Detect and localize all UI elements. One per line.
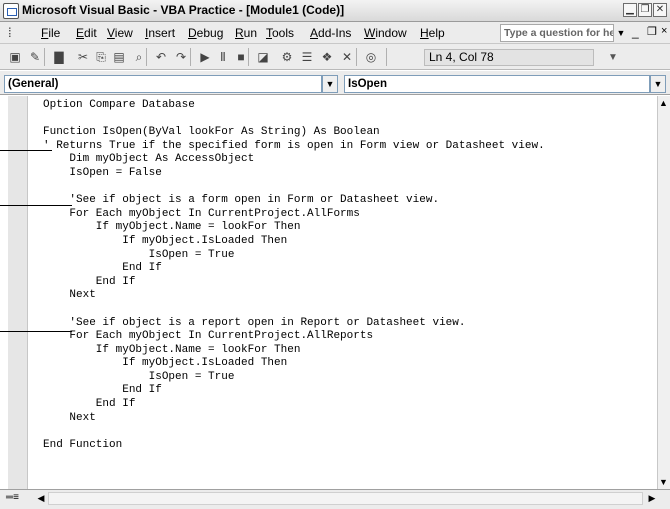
- callout-line: [0, 150, 52, 151]
- toolbox-icon[interactable]: ✕: [338, 48, 356, 66]
- toolbar-separator: [248, 48, 249, 66]
- object-browser-icon[interactable]: ❖: [318, 48, 336, 66]
- window-title: Microsoft Visual Basic - VBA Practice - …: [22, 3, 345, 17]
- toolbar-separator: [386, 48, 387, 66]
- restore-icon[interactable]: ❐: [638, 3, 652, 17]
- object-combo-chevron-down-icon[interactable]: ▼: [322, 75, 338, 93]
- toolbar-separator: [44, 48, 45, 66]
- help-icon[interactable]: ◎: [362, 48, 380, 66]
- object-combo[interactable]: (General): [4, 75, 322, 93]
- insert-module-icon[interactable]: ✎: [26, 48, 44, 66]
- doc-restore-icon[interactable]: ❐: [647, 25, 657, 38]
- scroll-left-icon[interactable]: ◀: [34, 491, 48, 505]
- access-view-icon[interactable]: ▣: [6, 48, 24, 66]
- callout-line: [0, 205, 72, 206]
- save-icon[interactable]: ▇: [50, 48, 68, 66]
- menu-item-debug[interactable]: Debug: [188, 26, 223, 40]
- toolbar-separator: [146, 48, 147, 66]
- cut-icon[interactable]: ✂: [74, 48, 92, 66]
- copy-icon[interactable]: ⎘: [92, 48, 110, 66]
- doc-minimize-icon[interactable]: _: [632, 25, 639, 39]
- procedure-view-icon[interactable]: ═≡: [6, 491, 30, 505]
- design-mode-icon[interactable]: ◪: [254, 48, 272, 66]
- menu-item-insert[interactable]: Insert: [145, 26, 175, 40]
- scroll-up-icon[interactable]: ▲: [657, 96, 670, 110]
- toolbar-separator: [356, 48, 357, 66]
- project-explorer-icon[interactable]: ⚙: [278, 48, 296, 66]
- code-editor[interactable]: Option Compare Database Function IsOpen(…: [28, 96, 657, 489]
- horizontal-scrollbar[interactable]: [48, 492, 643, 505]
- vertical-scrollbar[interactable]: [657, 96, 670, 489]
- cursor-position: Ln 4, Col 78: [424, 49, 594, 66]
- code-text[interactable]: Option Compare Database Function IsOpen(…: [28, 96, 657, 452]
- undo-icon[interactable]: ↶: [152, 48, 170, 66]
- menu-item-file[interactable]: File: [41, 26, 60, 40]
- run-icon[interactable]: ▶: [196, 48, 214, 66]
- minimize-icon[interactable]: ▁: [623, 3, 637, 17]
- redo-icon[interactable]: ↷: [172, 48, 190, 66]
- toolbar-options-icon[interactable]: ▼: [608, 52, 618, 63]
- break-icon[interactable]: Ⅱ: [214, 48, 232, 66]
- menu-item-view[interactable]: View: [107, 26, 133, 40]
- close-icon[interactable]: ✕: [653, 3, 667, 17]
- menu-grip-icon[interactable]: ⁞: [8, 25, 22, 41]
- callout-line: [0, 331, 72, 332]
- toolbar-separator: [190, 48, 191, 66]
- help-dropdown-icon[interactable]: ▼: [616, 27, 626, 39]
- scroll-down-icon[interactable]: ▼: [657, 475, 670, 489]
- menu-item-help[interactable]: Help: [420, 26, 445, 40]
- menu-item-edit[interactable]: Edit: [76, 26, 97, 40]
- menu-item-tools[interactable]: Tools: [266, 26, 294, 40]
- vba-app-icon[interactable]: [3, 3, 19, 19]
- help-search-input[interactable]: Type a question for help: [500, 24, 614, 42]
- menu-item-window[interactable]: Window: [364, 26, 407, 40]
- scroll-right-icon[interactable]: ▶: [645, 491, 659, 505]
- menu-item-run[interactable]: Run: [235, 26, 257, 40]
- indicator-margin[interactable]: [8, 96, 28, 489]
- doc-close-icon[interactable]: ×: [661, 25, 667, 37]
- procedure-combo-chevron-down-icon[interactable]: ▼: [650, 75, 666, 93]
- properties-icon[interactable]: ☰: [298, 48, 316, 66]
- paste-icon[interactable]: ▤: [110, 48, 128, 66]
- menu-item-add-ins[interactable]: Add-Ins: [310, 26, 351, 40]
- procedure-combo[interactable]: IsOpen: [344, 75, 650, 93]
